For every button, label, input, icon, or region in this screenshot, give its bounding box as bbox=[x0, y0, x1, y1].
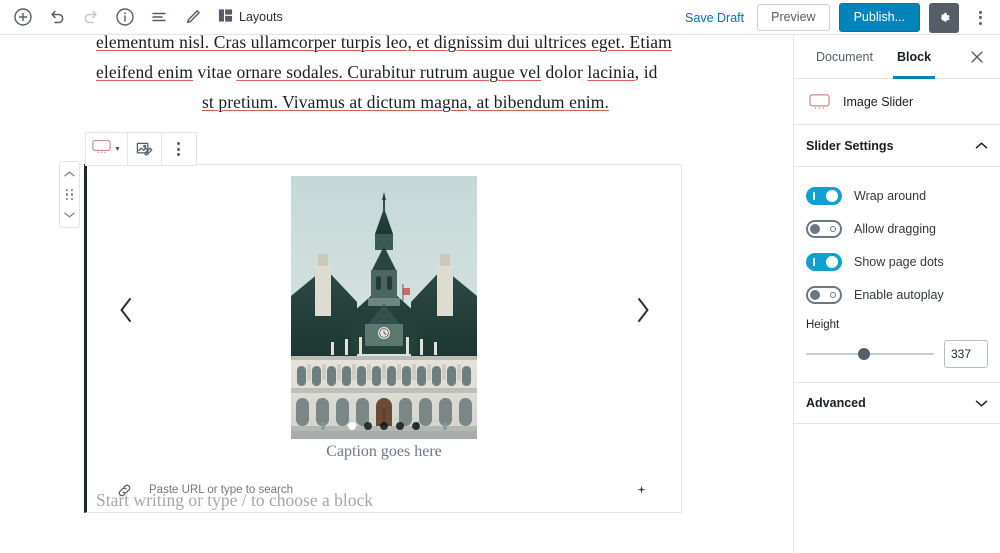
layouts-label: Layouts bbox=[239, 10, 283, 24]
chevron-down-icon bbox=[975, 399, 988, 408]
setting-show-page-dots: Show page dots bbox=[806, 245, 988, 278]
slider-next-arrow[interactable] bbox=[625, 293, 659, 327]
panel-header-slider-settings[interactable]: Slider Settings bbox=[794, 125, 1000, 167]
page-dot[interactable] bbox=[364, 422, 372, 430]
top-bar-left-tools: Layouts bbox=[0, 0, 291, 35]
kebab-dots bbox=[177, 142, 181, 156]
chevron-down-icon: ▼ bbox=[114, 145, 121, 153]
default-block-appender[interactable]: Start writing or type / to choose a bloc… bbox=[96, 490, 656, 511]
paragraph-text-line3: st pretium. Vivamus at dictum magna, at … bbox=[202, 92, 609, 112]
edit-pencil-icon[interactable] bbox=[176, 0, 210, 34]
sidebar-tabs: Document Block bbox=[794, 35, 1000, 79]
block-mover bbox=[59, 161, 80, 228]
redo-icon[interactable] bbox=[74, 0, 108, 34]
editor-top-bar: Layouts Save Draft Preview Publish... bbox=[0, 0, 1000, 35]
paragraph-line-2[interactable]: eleifend enim vitae ornare sodales. Cura… bbox=[96, 57, 696, 87]
layouts-icon bbox=[218, 8, 233, 26]
more-options-icon[interactable] bbox=[968, 3, 992, 33]
page-dot[interactable] bbox=[396, 422, 404, 430]
height-field-label: Height bbox=[806, 319, 840, 331]
move-up-icon[interactable] bbox=[60, 165, 79, 183]
height-number-input[interactable] bbox=[944, 340, 988, 368]
paragraph-text-line2e: dolor bbox=[541, 62, 588, 82]
selected-block-title: Image Slider bbox=[843, 94, 914, 109]
settings-gear-icon[interactable] bbox=[929, 2, 959, 33]
move-down-icon[interactable] bbox=[60, 206, 79, 224]
panel-header-advanced[interactable]: Advanced bbox=[794, 382, 1000, 424]
panel-title: Slider Settings bbox=[806, 138, 894, 153]
panel-body-slider-settings: Wrap around Allow dragging Show page dot… bbox=[794, 167, 1000, 382]
image-slider-icon bbox=[92, 139, 111, 159]
slide-caption[interactable]: Caption goes here bbox=[87, 443, 681, 461]
slider-area bbox=[87, 165, 681, 455]
slide-image bbox=[291, 176, 477, 439]
range-thumb[interactable] bbox=[857, 348, 870, 360]
enable-autoplay-toggle[interactable] bbox=[806, 285, 842, 304]
range-track bbox=[806, 353, 934, 355]
grip-dots bbox=[65, 188, 74, 201]
save-draft-button[interactable]: Save Draft bbox=[681, 11, 748, 25]
show-page-dots-label: Show page dots bbox=[854, 254, 944, 269]
publish-button[interactable]: Publish... bbox=[838, 3, 920, 32]
paragraph-text-line1: elementum nisl. Cras ullamcorper turpis … bbox=[96, 35, 672, 52]
selected-block-card: Image Slider bbox=[794, 79, 1000, 125]
page-dot[interactable] bbox=[348, 422, 356, 430]
paragraph-line-clipped[interactable]: elementum nisl. Cras ullamcorper turpis … bbox=[96, 35, 696, 57]
chevron-up-icon bbox=[975, 141, 988, 150]
enable-autoplay-label: Enable autoplay bbox=[854, 287, 944, 302]
close-sidebar-icon[interactable] bbox=[960, 35, 994, 79]
edit-media-button[interactable] bbox=[128, 133, 162, 165]
paragraph-text-line2b: vitae bbox=[193, 62, 237, 82]
add-block-icon[interactable] bbox=[6, 0, 40, 34]
preview-button[interactable]: Preview bbox=[757, 4, 830, 31]
undo-icon[interactable] bbox=[40, 0, 74, 34]
setting-enable-autoplay: Enable autoplay bbox=[806, 278, 988, 311]
block-navigation-icon[interactable] bbox=[142, 0, 176, 34]
paragraph-text-line2c: ornare sodales bbox=[236, 62, 339, 82]
setting-wrap-around: Wrap around bbox=[806, 179, 988, 212]
paragraph-text-line2f: lacinia bbox=[587, 62, 635, 82]
block-type-switcher-button[interactable]: ▼ bbox=[86, 133, 128, 165]
top-bar-right-tools: Save Draft Preview Publish... bbox=[681, 0, 992, 35]
paragraph-text-line2g: , id bbox=[634, 62, 658, 82]
block-more-options-button[interactable] bbox=[162, 133, 196, 165]
settings-sidebar: Document Block Image Slider Slider Setti… bbox=[793, 35, 1000, 553]
height-range-slider[interactable] bbox=[806, 346, 934, 362]
allow-dragging-label: Allow dragging bbox=[854, 221, 936, 236]
block-toolbar: ▼ bbox=[85, 132, 197, 166]
show-page-dots-toggle[interactable] bbox=[806, 252, 842, 271]
allow-dragging-toggle[interactable] bbox=[806, 219, 842, 238]
paragraph-text-line2d: . Curabitur rutrum augue vel bbox=[338, 62, 542, 82]
info-icon[interactable] bbox=[108, 0, 142, 34]
wrap-around-toggle[interactable] bbox=[806, 186, 842, 205]
current-slide[interactable] bbox=[291, 176, 477, 439]
panel-title: Advanced bbox=[806, 396, 866, 410]
layouts-button[interactable]: Layouts bbox=[210, 0, 291, 34]
slider-prev-arrow[interactable] bbox=[109, 293, 143, 327]
post-content: elementum nisl. Cras ullamcorper turpis … bbox=[96, 35, 696, 117]
height-field-row bbox=[806, 340, 988, 368]
tab-block[interactable]: Block bbox=[885, 35, 943, 79]
paragraph-line-3[interactable]: st pretium. Vivamus at dictum magna, at … bbox=[96, 87, 696, 117]
drag-handle-icon[interactable] bbox=[60, 186, 79, 204]
tab-document[interactable]: Document bbox=[804, 35, 885, 78]
slider-page-dots bbox=[348, 422, 420, 430]
editor-canvas: elementum nisl. Cras ullamcorper turpis … bbox=[0, 35, 793, 553]
image-slider-block[interactable]: Caption goes here bbox=[84, 164, 682, 513]
page-dot[interactable] bbox=[412, 422, 420, 430]
image-slider-icon bbox=[808, 93, 830, 110]
gutenberg-editor: Layouts Save Draft Preview Publish... el… bbox=[0, 0, 1000, 553]
paragraph-text-line2a: eleifend enim bbox=[96, 62, 194, 82]
kebab-dots bbox=[978, 10, 982, 25]
wrap-around-label: Wrap around bbox=[854, 188, 927, 203]
setting-allow-dragging: Allow dragging bbox=[806, 212, 988, 245]
page-dot[interactable] bbox=[380, 422, 388, 430]
